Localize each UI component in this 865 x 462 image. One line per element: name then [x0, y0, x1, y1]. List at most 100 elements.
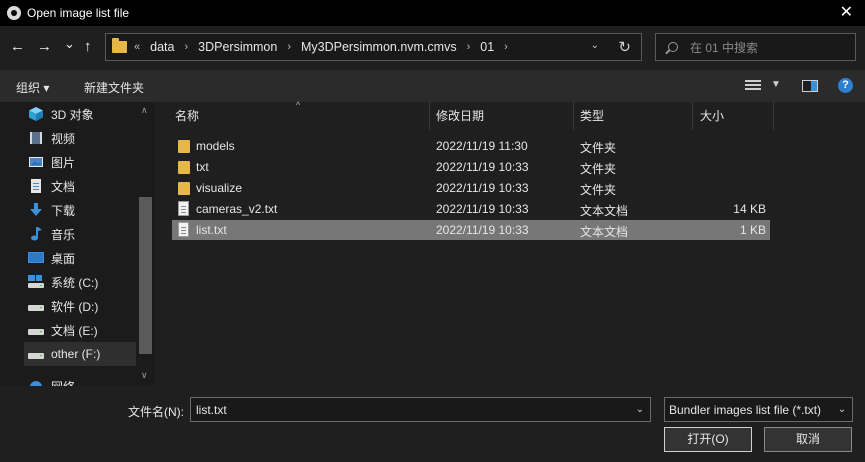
breadcrumb-item[interactable]: My3DPersimmon.nvm.cmvs [301, 40, 457, 54]
sidebar-item-drive-c[interactable]: 系统 (C:) [28, 270, 136, 294]
sidebar-item-label: other (F:) [51, 347, 101, 361]
scroll-up-icon[interactable]: ∧ [141, 105, 148, 116]
back-button[interactable]: ← [10, 38, 25, 56]
sidebar-item-label: 3D 对象 [51, 107, 94, 122]
breadcrumb-overflow-button[interactable]: « [134, 41, 140, 53]
view-dropdown-icon[interactable]: ▼ [771, 79, 781, 90]
file-size: 14 KB [733, 202, 766, 216]
column-divider[interactable] [692, 102, 693, 130]
drive-icon [28, 299, 44, 313]
sidebar-item-drive-f[interactable]: other (F:) [24, 342, 136, 366]
file-type: 文本文档 [580, 204, 629, 218]
file-row-visualize[interactable]: visualize 2022/11/19 10:33 文件夹 [172, 178, 770, 198]
file-name: models [196, 139, 235, 153]
file-row-models[interactable]: models 2022/11/19 11:30 文件夹 [172, 136, 770, 156]
scroll-down-icon[interactable]: ∨ [141, 370, 148, 381]
chevron-right-icon[interactable]: › [504, 41, 508, 53]
breadcrumb-item[interactable]: data [150, 40, 174, 54]
address-bar[interactable]: « data › 3DPersimmon › My3DPersimmon.nvm… [105, 33, 642, 61]
document-icon [28, 179, 44, 193]
recent-locations-dropdown[interactable]: ⌄ [64, 35, 75, 53]
file-row-txt[interactable]: txt 2022/11/19 10:33 文件夹 [172, 157, 770, 177]
address-dropdown-icon[interactable]: ⌄ [591, 40, 599, 51]
sidebar-item-downloads[interactable]: 下载 [28, 198, 136, 222]
scrollbar-thumb[interactable] [139, 197, 152, 354]
up-button[interactable]: ↑ [84, 38, 92, 56]
sidebar-item-label: 下载 [51, 203, 76, 218]
organize-menu[interactable]: 组织 ▾ [16, 79, 49, 96]
file-modified: 2022/11/19 10:33 [436, 223, 529, 237]
file-type-filter[interactable]: Bundler images list file (*.txt) ⌄ [664, 397, 853, 422]
filename-combobox[interactable]: list.txt ⌄ [190, 397, 651, 422]
search-placeholder[interactable]: 在 01 中搜索 [690, 39, 758, 56]
sidebar-item-3d-objects[interactable]: 3D 对象 [28, 102, 136, 126]
drive-icon [28, 323, 44, 337]
sidebar-item-desktop[interactable]: 桌面 [28, 246, 136, 270]
chevron-down-icon[interactable]: ⌄ [636, 404, 644, 415]
column-divider[interactable] [429, 102, 430, 130]
chevron-right-icon[interactable]: › [467, 41, 471, 53]
open-button[interactable]: 打开(O) [664, 427, 752, 452]
sidebar-scrollbar[interactable]: ∧ ∨ [137, 102, 154, 386]
file-name: list.txt [196, 223, 227, 237]
breadcrumb-item[interactable]: 01 [480, 40, 494, 54]
new-folder-button[interactable]: 新建文件夹 [84, 79, 144, 96]
preview-pane-icon[interactable] [802, 80, 818, 92]
search-box[interactable]: 在 01 中搜索 [655, 33, 856, 61]
cancel-button[interactable]: 取消 [764, 427, 852, 452]
column-divider[interactable] [773, 102, 774, 130]
text-file-icon [178, 222, 189, 237]
music-icon [28, 227, 44, 241]
breadcrumb-item[interactable]: 3DPersimmon [198, 40, 277, 54]
file-size: 1 KB [739, 223, 766, 237]
sidebar-item-pictures[interactable]: 图片 [28, 150, 136, 174]
forward-button[interactable]: → [37, 38, 52, 56]
column-header-size[interactable]: 大小 [700, 102, 724, 130]
drive-icon [28, 347, 44, 361]
filename-input[interactable]: list.txt [196, 403, 227, 417]
download-icon [28, 203, 44, 217]
column-header-modified[interactable]: 修改日期 [436, 102, 484, 130]
sidebar-item-label: 视频 [51, 131, 76, 146]
dialog-footer: 文件名(N): list.txt ⌄ Bundler images list f… [0, 386, 865, 462]
folder-icon [178, 182, 190, 195]
chevron-down-icon[interactable]: ⌄ [832, 398, 852, 421]
sidebar-item-label: 网络 [51, 378, 75, 387]
sort-ascending-icon: ^ [296, 100, 301, 110]
file-row-cameras-v2[interactable]: cameras_v2.txt 2022/11/19 10:33 文本文档 14 … [172, 199, 770, 219]
navigation-pane: 3D 对象 视频 图片 文档 下载 音乐 桌面 系统 (C:) 软件 (D:) … [0, 102, 155, 386]
help-icon[interactable]: ? [838, 78, 853, 93]
sidebar-item-label: 系统 (C:) [51, 275, 99, 290]
refresh-icon[interactable]: ↻ [618, 38, 631, 56]
desktop-icon [28, 251, 44, 265]
close-button[interactable]: ✕ [840, 3, 853, 23]
file-type: 文件夹 [580, 141, 617, 155]
text-file-icon [178, 201, 189, 216]
file-modified: 2022/11/19 11:30 [436, 139, 528, 153]
column-divider[interactable] [573, 102, 574, 130]
sidebar-item-music[interactable]: 音乐 [28, 222, 136, 246]
sidebar-item-label: 桌面 [51, 251, 76, 266]
sidebar-item-network[interactable]: 网络 [28, 374, 136, 386]
search-icon [668, 42, 678, 52]
sidebar-item-label: 软件 (D:) [51, 299, 99, 314]
chevron-right-icon[interactable]: › [184, 41, 188, 53]
sidebar-item-label: 图片 [51, 155, 76, 170]
file-type-filter-value: Bundler images list file (*.txt) [669, 403, 822, 417]
view-options-icon[interactable] [745, 80, 761, 92]
file-type: 文件夹 [580, 183, 617, 197]
sidebar-item-drive-d[interactable]: 软件 (D:) [28, 294, 136, 318]
file-row-list[interactable]: list.txt 2022/11/19 10:33 文本文档 1 KB [172, 220, 770, 240]
sidebar-item-drive-e[interactable]: 文档 (E:) [28, 318, 136, 342]
sidebar-item-videos[interactable]: 视频 [28, 126, 136, 150]
filename-label: 文件名(N): [128, 405, 184, 419]
sidebar-item-documents[interactable]: 文档 [28, 174, 136, 198]
column-header-type[interactable]: 类型 [580, 102, 604, 130]
file-type: 文本文档 [580, 225, 629, 239]
picture-icon [28, 155, 44, 169]
file-name: cameras_v2.txt [196, 202, 278, 216]
sidebar-item-label: 文档 (E:) [51, 323, 98, 338]
column-header-name[interactable]: 名称 [175, 102, 199, 130]
chevron-right-icon[interactable]: › [287, 41, 291, 53]
drive-icon [28, 275, 44, 289]
